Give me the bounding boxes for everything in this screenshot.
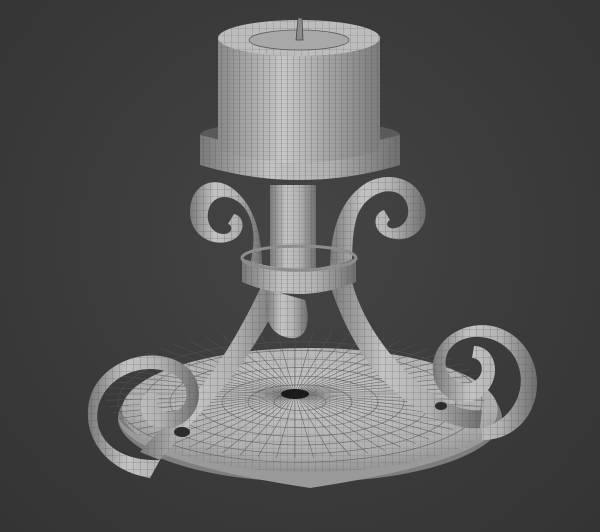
center-post [270, 185, 316, 275]
candle [218, 17, 380, 163]
rear-leg [266, 290, 308, 339]
viewport [0, 0, 600, 532]
candlestick-wireframe-icon [87, 17, 538, 488]
left-upper-scroll [190, 182, 262, 275]
